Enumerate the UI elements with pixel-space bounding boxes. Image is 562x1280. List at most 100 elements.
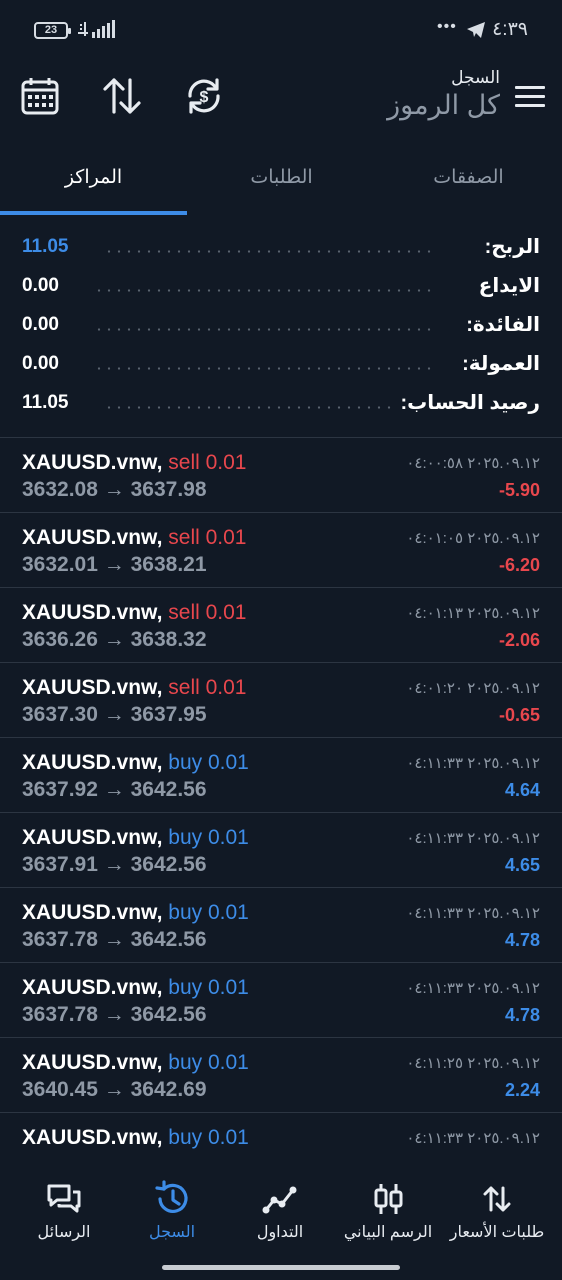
nav-messages[interactable]: الرسائل <box>8 1160 120 1256</box>
deal-title: XAUUSD.vnw, buy 0.01 <box>22 826 249 850</box>
nav-quotes[interactable]: طلبات الأسعار <box>441 1160 553 1256</box>
nav-trade[interactable]: التداول <box>224 1160 336 1256</box>
tab-deals[interactable]: الصفقات <box>375 150 562 216</box>
deal-title: XAUUSD.vnw, buy 0.01 <box>22 901 249 925</box>
deal-row[interactable]: XAUUSD.vnw, buy 0.01 3637.78 → 3642.56 ٢… <box>0 963 562 1038</box>
arrow-icon: → <box>103 778 125 801</box>
deal-row[interactable]: XAUUSD.vnw, buy 0.01 3640.45 → 3642.69 ٢… <box>0 1038 562 1113</box>
deal-row[interactable]: XAUUSD.vnw, sell 0.01 3632.08 → 3637.98 … <box>0 438 562 513</box>
deal-side: sell 0.01 <box>168 601 247 624</box>
close-price: 3642.69 <box>130 1078 207 1101</box>
sort-icon[interactable] <box>100 74 144 118</box>
deal-profit: -0.65 <box>498 705 540 725</box>
tab-orders[interactable]: الطلبات <box>188 150 375 216</box>
commission-label: العمولة: <box>462 353 540 375</box>
quotes-icon <box>483 1186 511 1212</box>
messages-icon <box>47 1184 81 1213</box>
menu-icon[interactable] <box>515 86 545 108</box>
summary-row-deposit: 0.00 الايداع <box>0 267 562 306</box>
nav-history[interactable]: السجل <box>116 1160 228 1256</box>
summary-row-swap: 0.00 الفائدة: <box>0 306 562 345</box>
battery-icon: 23 <box>34 22 71 39</box>
dotted-leader <box>94 328 432 331</box>
deal-symbol: XAUUSD.vnw, <box>22 526 163 549</box>
nav-label: التداول <box>256 1224 304 1241</box>
deal-row[interactable]: XAUUSD.vnw, sell 0.01 3632.01 → 3638.21 … <box>0 513 562 588</box>
open-price: 3640.45 <box>22 1078 98 1101</box>
deal-side: sell 0.01 <box>168 676 247 699</box>
nav-label: الرسم البياني <box>343 1224 433 1241</box>
open-price: 3637.91 <box>22 853 98 876</box>
deal-time: ٢٠٢٥.٠٩.١٢ ٠٤:١١:٣٣ <box>406 980 540 997</box>
home-indicator[interactable] <box>162 1265 400 1270</box>
calendar-icon[interactable] <box>18 74 62 118</box>
deal-time: ٢٠٢٥.٠٩.١٢ ٠٤:١١:٣٣ <box>406 755 540 772</box>
deal-symbol: XAUUSD.vnw, <box>22 1051 163 1074</box>
deal-title: XAUUSD.vnw, buy 0.01 <box>22 1126 249 1150</box>
currency-refresh-icon[interactable]: $ <box>182 74 226 118</box>
screen: 23 ••• ٤:٣٩ $ السجل كل الرموز الصفقات ال… <box>0 0 562 1280</box>
deal-time: ٢٠٢٥.٠٩.١٢ ٠٤:٠١:١٣ <box>406 605 540 622</box>
more-notifications-icon: ••• <box>437 18 457 35</box>
symbol-filter[interactable]: كل الرموز <box>387 90 500 121</box>
open-price: 3637.30 <box>22 703 98 726</box>
deal-side: sell 0.01 <box>168 526 247 549</box>
close-price: 3637.98 <box>130 478 207 501</box>
dotted-leader <box>104 406 392 409</box>
close-price: 3638.32 <box>130 628 207 651</box>
arrow-icon: → <box>103 1003 125 1026</box>
deal-row[interactable]: XAUUSD.vnw, sell 0.01 3637.30 → 3637.95 … <box>0 663 562 738</box>
deal-row[interactable]: XAUUSD.vnw, sell 0.01 3636.26 → 3638.32 … <box>0 588 562 663</box>
deal-prices: 3636.26 → 3638.32 <box>22 628 207 652</box>
history-icon <box>155 1180 188 1213</box>
deal-row[interactable]: XAUUSD.vnw, buy 0.01 ٢٠٢٥.٠٩.١٢ ٠٤:١١:٣٣ <box>0 1113 562 1158</box>
signal-icon <box>78 20 115 38</box>
deal-symbol: XAUUSD.vnw, <box>22 976 163 999</box>
deal-row[interactable]: XAUUSD.vnw, buy 0.01 3637.91 → 3642.56 ٢… <box>0 813 562 888</box>
header-titles: السجل كل الرموز <box>387 68 500 121</box>
arrow-icon: → <box>103 478 125 501</box>
balance-label: رصيد الحساب: <box>400 392 540 414</box>
dotted-leader <box>104 250 432 253</box>
deal-row[interactable]: XAUUSD.vnw, buy 0.01 3637.92 → 3642.56 ٢… <box>0 738 562 813</box>
status-bar: 23 ••• ٤:٣٩ <box>0 0 562 60</box>
deal-side: buy 0.01 <box>168 751 249 774</box>
deal-profit: 2.24 <box>504 1080 540 1100</box>
summary-row-commission: 0.00 العمولة: <box>0 345 562 384</box>
deal-side: sell 0.01 <box>168 451 247 474</box>
deals-list[interactable]: XAUUSD.vnw, sell 0.01 3632.08 → 3637.98 … <box>0 438 562 1158</box>
deal-profit: 4.65 <box>504 855 540 875</box>
telegram-icon <box>467 22 485 38</box>
deal-time: ٢٠٢٥.٠٩.١٢ ٠٤:١١:٣٣ <box>406 905 540 922</box>
open-price: 3637.92 <box>22 778 98 801</box>
deal-time: ٢٠٢٥.٠٩.١٢ ٠٤:٠١:٢٠ <box>406 680 540 697</box>
nav-label: طلبات الأسعار <box>449 1224 545 1241</box>
deal-symbol: XAUUSD.vnw, <box>22 901 163 924</box>
nav-chart[interactable]: الرسم البياني <box>332 1160 444 1256</box>
deal-profit: 4.78 <box>504 1005 540 1025</box>
deal-symbol: XAUUSD.vnw, <box>22 1126 163 1149</box>
nav-label: الرسائل <box>37 1224 91 1241</box>
deal-symbol: XAUUSD.vnw, <box>22 451 163 474</box>
deal-profit: -2.06 <box>498 630 540 650</box>
summary-panel: 11.05 الربح: 0.00 الايداع 0.00 الفائدة: … <box>0 228 562 423</box>
deal-profit: 4.78 <box>504 930 540 950</box>
deal-title: XAUUSD.vnw, buy 0.01 <box>22 1051 249 1075</box>
deal-symbol: XAUUSD.vnw, <box>22 676 163 699</box>
deal-title: XAUUSD.vnw, sell 0.01 <box>22 526 246 550</box>
summary-row-balance: 11.05 رصيد الحساب: <box>0 384 562 423</box>
deal-time: ٢٠٢٥.٠٩.١٢ ٠٤:٠١:٠٥ <box>406 530 540 547</box>
deal-symbol: XAUUSD.vnw, <box>22 826 163 849</box>
deal-prices: 3632.08 → 3637.98 <box>22 478 207 502</box>
dotted-leader <box>94 367 432 370</box>
open-price: 3632.01 <box>22 553 98 576</box>
deal-profit: 4.64 <box>504 780 540 800</box>
deal-title: XAUUSD.vnw, buy 0.01 <box>22 976 249 1000</box>
deal-side: buy 0.01 <box>168 901 249 924</box>
tab-positions[interactable]: المراكز <box>0 150 187 216</box>
deposit-value: 0.00 <box>22 275 59 296</box>
app-header: $ السجل كل الرموز <box>0 62 562 142</box>
dotted-leader <box>94 289 432 292</box>
deal-row[interactable]: XAUUSD.vnw, buy 0.01 3637.78 → 3642.56 ٢… <box>0 888 562 963</box>
open-price: 3637.78 <box>22 928 98 951</box>
